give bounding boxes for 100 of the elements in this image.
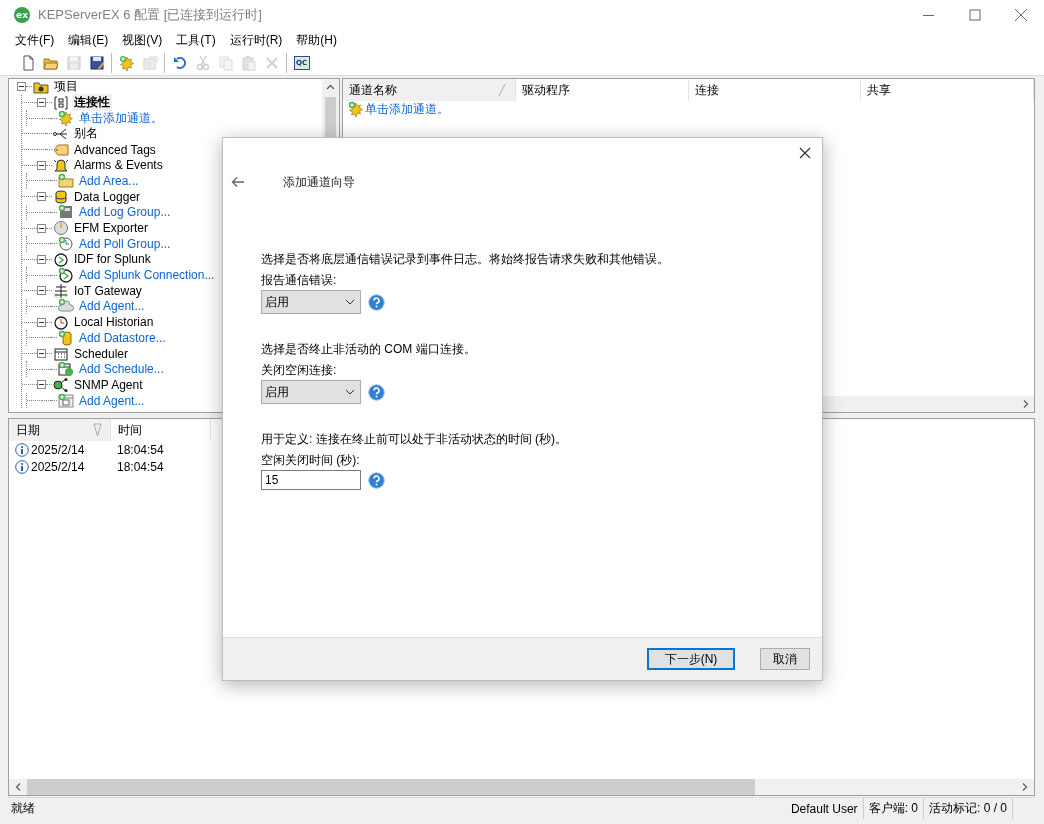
database-icon: [53, 188, 69, 205]
tree-item[interactable]: Data Logger: [72, 189, 143, 204]
add-group-icon: [58, 204, 74, 221]
window-title: KEPServerEX 6 配置 [已连接到运行时]: [38, 6, 263, 24]
network-icon: [53, 282, 69, 299]
cancel-button[interactable]: 取消: [760, 648, 810, 670]
table-cell-text: 18:04:54: [116, 459, 165, 474]
tree-item[interactable]: Scheduler: [72, 346, 131, 361]
next-button[interactable]: 下一步(N): [647, 648, 735, 670]
dropdown[interactable]: 启用: [261, 380, 361, 404]
connectivity-icon: [53, 94, 69, 111]
column-header[interactable]: 时间: [111, 419, 211, 441]
column-header[interactable]: 共享: [861, 79, 1034, 101]
collapse-box[interactable]: [37, 317, 46, 327]
collapse-box[interactable]: [37, 349, 46, 359]
tree-item[interactable]: Alarms & Events: [72, 158, 165, 173]
tree-item[interactable]: 连接性: [72, 94, 112, 112]
tree-item[interactable]: Local Historian: [72, 315, 156, 330]
scroll-thumb[interactable]: [27, 779, 755, 795]
help-icon[interactable]: [368, 293, 385, 311]
horizontal-scrollbar[interactable]: [9, 779, 1034, 795]
table-cell-text: 18:04:54: [116, 442, 165, 457]
tree-item[interactable]: IDF for Splunk: [72, 252, 153, 267]
dialog-title: 添加通道向导: [283, 173, 355, 191]
menu-item[interactable]: 帮助(H): [289, 31, 344, 49]
table-cell: 2025/2/14: [31, 459, 85, 474]
field-label: 报告通信错误:: [261, 272, 338, 288]
undo-icon[interactable]: [171, 54, 188, 71]
description-text: 用于定义: 连接在终止前可以处于非活动状态的时间 (秒)。: [261, 430, 568, 448]
chevron-down-icon: [345, 389, 355, 395]
add-folder-icon: [58, 172, 74, 189]
add-gear-icon: [58, 110, 74, 127]
tree-item[interactable]: SNMP Agent: [72, 377, 145, 392]
description-text: 选择是否终止非活动的 COM 端口连接。: [261, 340, 477, 358]
column-header[interactable]: 日期: [9, 419, 111, 441]
user-label: Default User: [789, 800, 859, 818]
add-link[interactable]: Add Schedule...: [77, 362, 166, 377]
menu-item[interactable]: 工具(T): [169, 31, 223, 49]
info-icon: [15, 459, 29, 474]
tree-item[interactable]: 别名: [72, 125, 100, 143]
column-header[interactable]: 通道名称: [343, 79, 516, 101]
tree-item[interactable]: 项目: [52, 79, 80, 96]
add-gear-icon[interactable]: [118, 54, 135, 71]
table-cell: 2025/2/14: [31, 442, 85, 457]
maximize-icon[interactable]: [967, 7, 983, 23]
collapse-box[interactable]: [37, 223, 46, 233]
help-icon[interactable]: [368, 383, 385, 401]
field-label: 空闲关闭时间 (秒):: [261, 452, 361, 468]
back-arrow-icon[interactable]: [231, 176, 245, 188]
sort-icon: [93, 423, 102, 437]
add-link[interactable]: Add Splunk Connection...: [77, 268, 217, 283]
column-header[interactable]: 驱动程序: [515, 79, 689, 101]
add-link[interactable]: Add Agent...: [77, 393, 147, 408]
add-link[interactable]: Add Agent...: [77, 299, 147, 314]
add-link[interactable]: Add Datastore...: [77, 330, 168, 345]
calendar-icon: [53, 345, 69, 362]
add-channel-link[interactable]: 单击添加通道。: [365, 100, 449, 118]
add-clock-icon: [58, 235, 74, 252]
tree-item[interactable]: IoT Gateway: [72, 283, 144, 298]
tree-item[interactable]: EFM Exporter: [72, 221, 150, 236]
tree-item[interactable]: Advanced Tags: [72, 142, 158, 157]
menu-item[interactable]: 编辑(E): [61, 31, 116, 49]
add-calendar-icon: [58, 361, 74, 378]
collapse-box[interactable]: [37, 98, 46, 108]
bell-icon: [53, 157, 69, 174]
save-as-icon[interactable]: [88, 54, 105, 71]
column-header[interactable]: 连接: [688, 79, 862, 101]
add-link[interactable]: Add Area...: [77, 173, 141, 188]
add-link[interactable]: Add Poll Group...: [77, 236, 173, 251]
menu-item[interactable]: 视图(V): [115, 31, 170, 49]
description-text: 选择是否将底层通信错误记录到事件日志。将始终报告请求失败和其他错误。: [261, 250, 670, 268]
menu-item[interactable]: 运行时(R): [222, 31, 290, 49]
collapse-box[interactable]: [37, 254, 46, 264]
nodes-icon: [53, 376, 69, 393]
collapse-box[interactable]: [17, 82, 26, 92]
clock-icon: [53, 314, 69, 331]
collapse-box[interactable]: [37, 160, 46, 170]
tag-icon: [53, 141, 69, 158]
field-label: 关闭空闲连接:: [261, 362, 338, 378]
info-icon: [15, 442, 29, 457]
project-folder-icon: [33, 79, 49, 95]
app-logo: ex: [14, 7, 30, 23]
collapse-box[interactable]: [37, 192, 46, 202]
status-text: 就绪: [10, 800, 36, 817]
active-tag-count: 活动标记: 0 / 0: [922, 798, 1012, 819]
close-icon[interactable]: [1013, 7, 1029, 23]
add-cylinder-icon: [58, 329, 74, 346]
sort-icon: [497, 83, 507, 97]
add-link[interactable]: 单击添加通道。: [77, 109, 165, 127]
collapse-box[interactable]: [37, 380, 46, 390]
chevron-down-icon: [345, 299, 355, 305]
close-icon[interactable]: [798, 146, 812, 160]
help-icon[interactable]: [368, 471, 385, 489]
dropdown[interactable]: 启用: [261, 290, 361, 314]
client-count: 客户端: 0: [862, 798, 923, 819]
add-link[interactable]: Add Log Group...: [77, 205, 173, 220]
menu-item[interactable]: 文件(F): [8, 31, 62, 49]
collapse-box[interactable]: [37, 286, 46, 296]
input-field[interactable]: 15: [261, 470, 361, 490]
gauge-icon: [53, 220, 69, 237]
